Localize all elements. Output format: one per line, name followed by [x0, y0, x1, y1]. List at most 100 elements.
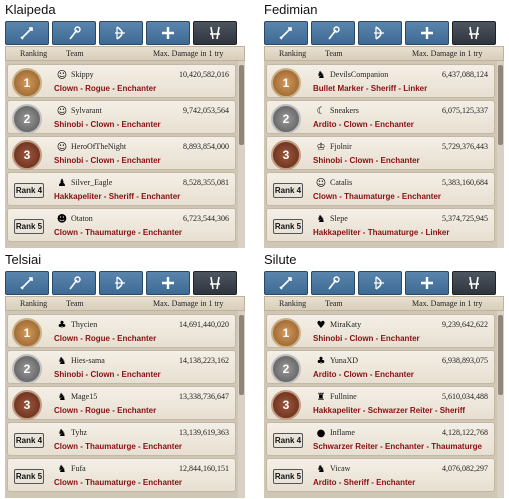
table-row[interactable]: Rank 5 ☻ Otaton 6,723,544,306 Clown - Th…	[7, 208, 236, 242]
avatar-icon: ♞	[57, 356, 67, 367]
class-combo: Shinobi - Clown - Enchanter	[313, 156, 420, 165]
table-row[interactable]: 3 ♞ Mage15 13,338,736,647 Clown - Rogue …	[7, 386, 236, 420]
table-row[interactable]: 3 ☺ HeroOfTheNight 8,893,854,000 Shinobi…	[7, 136, 236, 170]
table-header: Ranking Team Max. Damage in 1 try	[264, 296, 504, 311]
table-row[interactable]: 1 ☺ Skippy 10,420,582,016 Clown - Rogue …	[7, 64, 236, 98]
tab-scout[interactable]	[452, 21, 496, 45]
table-row[interactable]: 2 ♣ YunaXD 6,938,893,075 Ardito - Clown …	[266, 350, 495, 384]
table-row[interactable]: Rank 4 ♟ Silver_Eagle 8,528,355,081 Hakk…	[7, 172, 236, 206]
scroll-thumb[interactable]	[498, 315, 503, 395]
tab-wizard[interactable]	[311, 21, 355, 45]
cross-icon	[421, 277, 433, 289]
class-combo: Hakkapeliter - Schwarzer Reiter - Sherif…	[313, 406, 466, 415]
class-combo: Clown - Rogue - Enchanter	[54, 84, 157, 93]
leaderboard-telsiai: Telsiai Ranking Team Max. Damage in 1 tr…	[5, 252, 245, 498]
avatar-icon: ♞	[316, 214, 326, 225]
rank-badge: Rank 4	[14, 433, 44, 448]
rank-badge: Rank 5	[273, 219, 303, 234]
sword-icon	[279, 277, 292, 290]
team-name: Tyhz	[71, 428, 87, 437]
tab-swordsman[interactable]	[264, 21, 308, 45]
rank-badge: Rank 5	[273, 469, 303, 484]
rank-medal: 3	[271, 140, 301, 170]
scrollbar[interactable]	[238, 61, 245, 248]
team-name: YunaXD	[330, 356, 358, 365]
class-combo: Clown - Thaumaturge - Enchanter	[54, 478, 183, 487]
tab-wizard[interactable]	[52, 21, 96, 45]
rank-medal: 2	[12, 354, 42, 384]
class-combo: Clown - Thaumaturge - Enchanter	[54, 228, 183, 237]
tab-bar	[5, 21, 245, 45]
team-name: Silver_Eagle	[71, 178, 113, 187]
avatar-icon: ♞	[57, 392, 67, 403]
damage-value: 6,938,893,075	[442, 356, 488, 365]
table-row[interactable]: 1 ♣ Thycien 14,691,440,020 Clown - Rogue…	[7, 314, 236, 348]
header-team: Team	[325, 299, 343, 308]
class-combo: Shinobi - Clown - Enchanter	[54, 120, 161, 129]
header-team: Team	[325, 49, 343, 58]
tab-archer[interactable]	[99, 21, 143, 45]
tab-swordsman[interactable]	[264, 271, 308, 295]
table-row[interactable]: 3 ♔ Fjolnir 5,729,376,443 Shinobi - Clow…	[266, 136, 495, 170]
damage-value: 14,138,223,162	[179, 356, 229, 365]
scroll-thumb[interactable]	[498, 65, 503, 145]
scroll-thumb[interactable]	[239, 315, 244, 395]
class-combo: Hakkapeliter - Thaumaturge - Linker	[313, 228, 450, 237]
table-row[interactable]: Rank 4 ☺ Catalis 5,383,160,684 Clown - T…	[266, 172, 495, 206]
tab-cleric[interactable]	[146, 21, 190, 45]
avatar-icon: ♔	[316, 142, 326, 153]
cross-icon	[421, 27, 433, 39]
tab-archer[interactable]	[358, 271, 402, 295]
damage-value: 9,742,053,564	[183, 106, 229, 115]
tab-archer[interactable]	[358, 21, 402, 45]
table-row[interactable]: Rank 4 ♞ Tyhz 13,139,619,363 Clown - Tha…	[7, 422, 236, 456]
tab-cleric[interactable]	[405, 271, 449, 295]
tab-wizard[interactable]	[52, 271, 96, 295]
scrollbar[interactable]	[238, 311, 245, 498]
class-combo: Bullet Marker - Sheriff - Linker	[313, 84, 428, 93]
class-combo: Clown - Rogue - Enchanter	[54, 406, 157, 415]
scrollbar[interactable]	[497, 311, 504, 498]
bow-icon	[374, 276, 384, 290]
table-row[interactable]: 1 ♥ MiraKaty 9,239,642,622 Shinobi - Clo…	[266, 314, 495, 348]
tab-archer[interactable]	[99, 271, 143, 295]
tab-bar	[264, 271, 504, 295]
tab-wizard[interactable]	[311, 271, 355, 295]
table-row[interactable]: Rank 5 ♞ Vicaw 4,076,082,297 Ardito - Sh…	[266, 458, 495, 492]
damage-value: 5,610,034,488	[442, 392, 488, 401]
server-title: Fedimian	[264, 2, 318, 17]
tab-cleric[interactable]	[146, 271, 190, 295]
tab-scout[interactable]	[193, 21, 237, 45]
team-name: Sylvarant	[71, 106, 102, 115]
table-row[interactable]: Rank 5 ♞ Slepe 5,374,725,945 Hakkapelite…	[266, 208, 495, 242]
table-row[interactable]: Rank 4 ● Inflame 4,128,122,768 Schwarzer…	[266, 422, 495, 456]
team-name: Otaton	[71, 214, 93, 223]
table-row[interactable]: 2 ♞ Hies-sama 14,138,223,162 Shinobi - C…	[7, 350, 236, 384]
team-name: Fullnine	[330, 392, 357, 401]
rank-medal: 2	[12, 104, 42, 134]
team-name: Hies-sama	[71, 356, 105, 365]
table-row[interactable]: 2 ☺ Sylvarant 9,742,053,564 Shinobi - Cl…	[7, 100, 236, 134]
sword-icon	[279, 27, 292, 40]
scrollbar[interactable]	[497, 61, 504, 248]
header-team: Team	[66, 49, 84, 58]
class-combo: Schwarzer Reiter - Enchanter - Thaumatur…	[313, 442, 482, 451]
tab-scout[interactable]	[193, 271, 237, 295]
tab-scout[interactable]	[452, 271, 496, 295]
scroll-thumb[interactable]	[239, 65, 244, 145]
table-row[interactable]: 1 ♞ DevilsCompanion 6,437,088,124 Bullet…	[266, 64, 495, 98]
tab-swordsman[interactable]	[5, 21, 49, 45]
server-title: Klaipeda	[5, 2, 56, 17]
damage-value: 6,723,544,306	[183, 214, 229, 223]
class-combo: Shinobi - Clown - Enchanter	[54, 156, 161, 165]
table-row[interactable]: 3 ♜ Fullnine 5,610,034,488 Hakkapeliter …	[266, 386, 495, 420]
tab-swordsman[interactable]	[5, 271, 49, 295]
table-row[interactable]: 2 ☾ Sneakers 6,075,125,337 Ardito - Clow…	[266, 100, 495, 134]
rank-medal: 1	[12, 68, 42, 98]
header-ranking: Ranking	[20, 49, 48, 58]
table-row[interactable]: Rank 5 ♞ Fufa 12,844,160,151 Clown - Tha…	[7, 458, 236, 492]
tab-cleric[interactable]	[405, 21, 449, 45]
header-max-damage: Max. Damage in 1 try	[153, 299, 224, 308]
daggers-icon	[469, 26, 479, 40]
rank-badge: Rank 4	[14, 183, 44, 198]
